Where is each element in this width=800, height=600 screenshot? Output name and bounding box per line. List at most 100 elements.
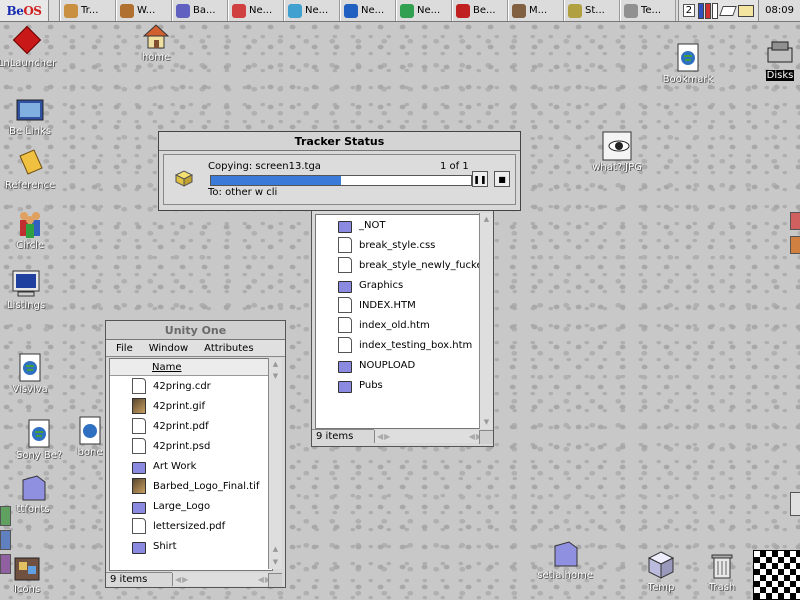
scroll-right-icon[interactable]: ▶ — [384, 432, 390, 441]
item-name: _NOT — [359, 219, 386, 231]
workspace-indicator[interactable]: 2 — [682, 4, 696, 17]
pause-button[interactable]: ❚❚ — [472, 171, 488, 187]
list-item[interactable]: 42pring.cdr — [110, 376, 272, 396]
monitor-icon — [10, 268, 42, 300]
app-icon — [400, 3, 414, 18]
home-icon-item[interactable]: home — [123, 20, 189, 63]
edge-tab[interactable] — [0, 506, 11, 526]
window-title[interactable]: Unity One — [106, 321, 285, 340]
list-item[interactable]: lettersized.pdf — [110, 516, 272, 536]
tracker-title[interactable]: Tracker Status — [159, 132, 520, 151]
list-item[interactable]: Shirt — [110, 536, 272, 556]
what-jpg-icon-item[interactable]: what?.JPG — [584, 130, 650, 173]
globe-document-icon — [14, 352, 46, 384]
item-name: Art Work — [153, 460, 197, 472]
visviva-icon-item[interactable]: Visviva — [0, 352, 63, 395]
task-button[interactable]: Tr... — [60, 0, 116, 21]
edge-tab[interactable] — [0, 554, 11, 574]
task-button[interactable]: Te... — [620, 0, 676, 21]
list-item[interactable]: 42print.gif — [110, 396, 272, 416]
task-button[interactable]: Be... — [452, 0, 508, 21]
scroll-right-icon[interactable]: ▶ — [182, 575, 188, 584]
book-icon — [14, 148, 46, 180]
circle-icon-item[interactable]: Circle — [0, 208, 63, 251]
people-icon — [14, 208, 46, 240]
scroll-down-icon[interactable]: ▼ — [481, 417, 492, 428]
red-diamond-icon — [11, 25, 43, 58]
back-status-count: 9 items — [312, 429, 374, 443]
edge-tab[interactable] — [790, 212, 800, 230]
list-item[interactable]: _NOT — [316, 215, 481, 235]
list-item[interactable]: 42print.psd — [110, 436, 272, 456]
list-item[interactable]: index_old.htm — [316, 315, 481, 335]
list-item[interactable]: Barbed_Logo_Final.tif — [110, 476, 272, 496]
scroll-left-icon[interactable]: ◀ — [175, 575, 181, 584]
back-horizontal-scrollbar[interactable]: ◀▶◀▶ — [374, 430, 482, 443]
deskbar-separator — [49, 0, 60, 21]
mail-icon[interactable] — [738, 4, 755, 17]
list-item[interactable]: Pubs — [316, 375, 481, 395]
back-vertical-scrollbar[interactable]: ▲ ▼ — [479, 213, 493, 429]
task-button[interactable]: Ne... — [340, 0, 396, 21]
task-button[interactable]: Ne... — [228, 0, 284, 21]
scroll-up-icon[interactable]: ▲ — [481, 214, 492, 225]
unity-horizontal-scrollbar[interactable]: ◀▶◀▶ — [172, 573, 271, 586]
reference-icon-item[interactable]: Reference — [0, 148, 63, 191]
resize-handle[interactable] — [268, 573, 282, 587]
lnlauncher-icon-item[interactable]: LnLauncher — [0, 25, 60, 69]
resize-handle[interactable] — [479, 430, 493, 444]
list-item[interactable]: Art Work — [110, 456, 272, 476]
task-button[interactable]: Ne... — [284, 0, 340, 21]
item-name: Pubs — [359, 379, 383, 391]
list-item[interactable]: INDEX.HTM — [316, 295, 481, 315]
document-icon — [132, 518, 146, 534]
disks-icon — [764, 38, 796, 70]
edge-tab[interactable] — [790, 236, 800, 254]
eraser-icon[interactable] — [719, 5, 737, 16]
setia-home-icon-item[interactable]: setia.home — [532, 538, 598, 581]
listings-icon-item[interactable]: Listings — [0, 268, 59, 311]
menu-attributes[interactable]: Attributes — [204, 343, 253, 354]
document-icon — [338, 257, 352, 273]
scroll-up-icon[interactable]: ▲ — [270, 359, 281, 370]
cpu-monitor-icon[interactable] — [698, 2, 719, 19]
list-item[interactable]: Graphics — [316, 275, 481, 295]
scroll-left-icon[interactable]: ◀ — [377, 432, 383, 441]
temp-icon-item[interactable]: Temp — [628, 550, 694, 593]
edge-tab[interactable] — [790, 492, 800, 516]
stop-button[interactable]: ■ — [494, 171, 510, 187]
menu-window[interactable]: Window — [149, 343, 188, 354]
task-button[interactable]: St... — [564, 0, 620, 21]
menu-file[interactable]: File — [116, 343, 133, 354]
tracker-status-window: Tracker Status Copying: screen13.tga 1 o… — [158, 131, 521, 211]
task-button[interactable]: Ba... — [172, 0, 228, 21]
disks-icon-item[interactable]: Disks — [747, 38, 800, 81]
task-button[interactable]: M... — [508, 0, 564, 21]
trash-icon-item[interactable]: Trash — [689, 550, 755, 593]
column-header-name[interactable]: Name — [110, 359, 272, 376]
list-item[interactable]: break_style_newly_fucke — [316, 255, 481, 275]
list-item[interactable]: 42print.pdf — [110, 416, 272, 436]
list-item[interactable]: break_style.css — [316, 235, 481, 255]
list-item[interactable]: index_testing_box.htm — [316, 335, 481, 355]
item-name: 42print.gif — [153, 400, 206, 412]
scroll-left-icon[interactable]: ◀ — [469, 432, 475, 441]
be-menu-button[interactable]: BeOS — [0, 0, 49, 21]
task-label: Be... — [473, 5, 496, 16]
task-button[interactable]: Ne... — [396, 0, 452, 21]
scroll-down-icon[interactable]: ▼ — [270, 371, 281, 382]
deskbar: BeOS Tr... W... Ba... Ne... Ne... Ne... Ne... B… — [0, 0, 800, 22]
bookmark-icon-item[interactable]: Bookmark — [655, 42, 721, 85]
list-item[interactable]: NOUPLOAD — [316, 355, 481, 375]
list-item[interactable]: Large_Logo — [110, 496, 272, 516]
clock[interactable]: 08:09 — [758, 0, 800, 21]
document-icon — [338, 297, 352, 313]
task-button[interactable]: W... — [116, 0, 172, 21]
unity-status-count: 9 items — [106, 572, 172, 586]
scroll-up-icon[interactable]: ▲ — [270, 544, 281, 555]
scroll-down-icon[interactable]: ▼ — [270, 557, 281, 568]
edge-tab[interactable] — [0, 530, 11, 550]
unity-vertical-scrollbar[interactable]: ▲ ▼ ▲ ▼ — [268, 358, 282, 569]
scroll-left-icon[interactable]: ◀ — [258, 575, 264, 584]
be-links-icon-item[interactable]: Be Links — [0, 94, 63, 137]
